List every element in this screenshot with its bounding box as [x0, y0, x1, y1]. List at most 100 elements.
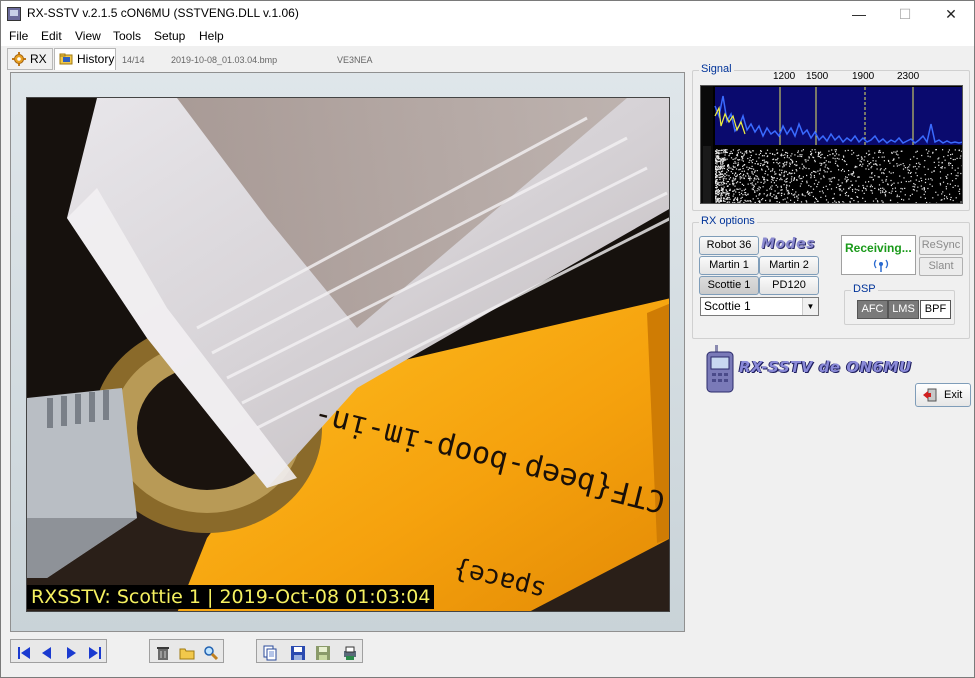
- waterfall-pixel: [843, 188, 845, 190]
- waterfall-pixel: [718, 170, 720, 173]
- afc-toggle[interactable]: AFC: [857, 300, 888, 319]
- chevron-down-icon[interactable]: ▼: [802, 298, 818, 315]
- waterfall-pixel: [925, 149, 927, 151]
- waterfall-pixel: [894, 187, 896, 189]
- waterfall-pixel: [935, 202, 938, 203]
- waterfall-pixel: [747, 157, 749, 160]
- tab-rx[interactable]: RX: [7, 48, 53, 70]
- waterfall-pixel: [775, 195, 777, 197]
- waterfall-pixel: [723, 165, 725, 167]
- waterfall-pixel: [930, 178, 932, 180]
- waterfall-pixel: [838, 188, 840, 190]
- exit-button[interactable]: Exit: [915, 383, 971, 407]
- waterfall-pixel: [817, 170, 819, 172]
- waterfall-pixel: [832, 153, 834, 155]
- close-button[interactable]: ✕: [928, 1, 974, 27]
- minimize-button[interactable]: —: [836, 1, 882, 27]
- scan-button[interactable]: [338, 641, 360, 663]
- waterfall-pixel: [826, 171, 828, 173]
- menu-edit[interactable]: Edit: [41, 29, 62, 43]
- waterfall-pixel: [807, 190, 809, 192]
- delete-button[interactable]: [151, 641, 173, 663]
- waterfall-pixel: [778, 201, 781, 203]
- waterfall-pixel: [921, 154, 923, 157]
- waterfall-pixel: [783, 172, 785, 174]
- waterfall-pixel: [893, 158, 895, 160]
- copy-button[interactable]: [258, 641, 280, 663]
- mode-button-robot36[interactable]: Robot 36: [699, 236, 759, 255]
- waterfall-pixel: [796, 170, 798, 172]
- zoom-button[interactable]: [199, 641, 221, 663]
- next-image-button[interactable]: [59, 641, 81, 663]
- waterfall-pixel: [955, 174, 957, 177]
- waterfall-pixel: [799, 167, 801, 169]
- waterfall-pixel: [718, 190, 720, 192]
- waterfall-pixel: [767, 174, 769, 176]
- waterfall-pixel: [851, 184, 854, 186]
- waterfall-pixel: [777, 152, 779, 154]
- waterfall-pixel: [822, 186, 825, 188]
- resync-button[interactable]: ReSync: [919, 236, 963, 255]
- received-image[interactable]: CTF{beep-boop-im-in- space} RXSSTV: Scot…: [26, 97, 670, 612]
- waterfall-pixel: [808, 184, 810, 187]
- mode-button-martin1[interactable]: Martin 1: [699, 256, 759, 275]
- menu-file[interactable]: File: [9, 29, 28, 43]
- first-image-button[interactable]: [12, 641, 34, 663]
- waterfall-pixel: [820, 196, 822, 198]
- waterfall-pixel: [821, 163, 823, 165]
- prev-image-button[interactable]: [35, 641, 57, 663]
- waterfall-pixel: [832, 197, 834, 200]
- waterfall-pixel: [829, 180, 831, 182]
- waterfall-pixel: [916, 150, 918, 152]
- slant-button[interactable]: Slant: [919, 257, 963, 276]
- waterfall-pixel: [810, 153, 812, 155]
- waterfall-pixel: [715, 155, 717, 157]
- waterfall-pixel: [785, 152, 787, 154]
- waterfall-pixel: [841, 182, 843, 184]
- last-image-button[interactable]: [83, 641, 105, 663]
- waterfall-pixel: [868, 168, 870, 170]
- open-folder-button[interactable]: [175, 641, 197, 663]
- waterfall-pixel: [726, 197, 728, 199]
- waterfall-pixel: [720, 182, 723, 184]
- waterfall-pixel: [737, 165, 739, 167]
- menu-setup[interactable]: Setup: [154, 29, 185, 43]
- mode-button-martin2[interactable]: Martin 2: [759, 256, 819, 275]
- waterfall-pixel: [784, 161, 786, 163]
- waterfall-pixel: [829, 161, 831, 163]
- waterfall-pixel: [944, 167, 946, 169]
- app-icon[interactable]: [7, 7, 21, 21]
- waterfall-pixel: [744, 151, 746, 153]
- save-button[interactable]: [286, 641, 308, 663]
- waterfall-pixel: [870, 184, 872, 186]
- waterfall-pixel: [882, 202, 884, 203]
- waterfall-pixel: [718, 202, 720, 203]
- bpf-toggle[interactable]: BPF: [920, 300, 951, 319]
- mode-button-pd120[interactable]: PD120: [759, 276, 819, 295]
- waterfall-pixel: [772, 179, 774, 181]
- menu-tools[interactable]: Tools: [113, 29, 141, 43]
- waterfall-pixel: [803, 165, 805, 167]
- maximize-button[interactable]: ☐: [882, 1, 928, 27]
- mode-button-scottie1[interactable]: Scottie 1: [699, 276, 759, 295]
- waterfall-pixel: [815, 151, 817, 153]
- menu-view[interactable]: View: [75, 29, 101, 43]
- waterfall-pixel: [831, 149, 833, 151]
- lms-toggle[interactable]: LMS: [888, 300, 919, 319]
- waterfall-pixel: [776, 177, 778, 180]
- waterfall-pixel: [839, 194, 841, 196]
- waterfall-pixel: [747, 200, 749, 202]
- waterfall-pixel: [868, 150, 870, 152]
- mode-select[interactable]: Scottie 1 ▼: [700, 297, 819, 316]
- waterfall-pixel: [776, 149, 778, 151]
- waterfall-pixel: [799, 155, 801, 157]
- waterfall-pixel: [748, 200, 750, 202]
- waterfall-pixel: [719, 157, 721, 160]
- menu-help[interactable]: Help: [199, 29, 224, 43]
- waterfall-pixel: [723, 167, 726, 170]
- save-all-button[interactable]: [311, 641, 333, 663]
- waterfall-pixel: [938, 161, 940, 163]
- waterfall-pixel: [779, 162, 781, 164]
- waterfall-pixel: [715, 182, 717, 184]
- tab-history[interactable]: History: [54, 48, 116, 70]
